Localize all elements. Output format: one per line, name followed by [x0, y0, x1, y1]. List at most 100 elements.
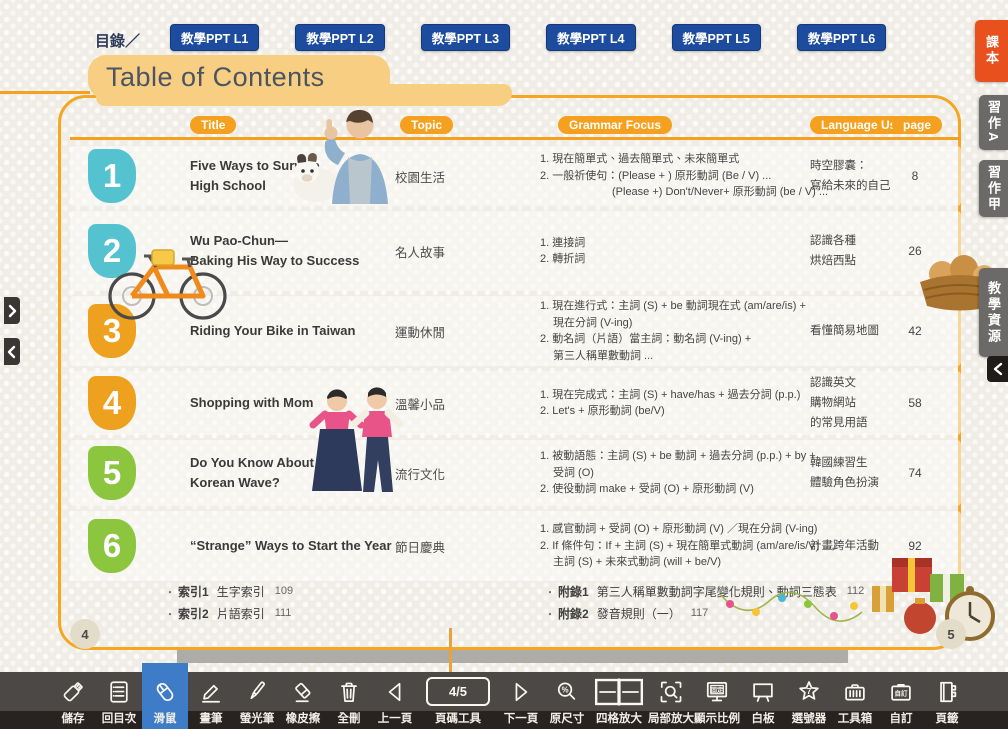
lesson-number-badge: 6	[88, 519, 136, 573]
toolbox-icon	[842, 672, 868, 711]
index-entry: ・索引1生字索引109	[165, 580, 293, 602]
side-tab-3[interactable]: 習作甲	[979, 160, 1008, 217]
lesson-row: 6“Strange” Ways to Start the Year節日慶典1. …	[70, 511, 961, 581]
lesson-title: Shopping with Mom	[190, 393, 395, 413]
teaching-ppt-button[interactable]: 教學PPT L2	[295, 24, 384, 51]
tool-page-box[interactable]: 4/5 頁碼工具	[418, 672, 498, 729]
teaching-ppt-button[interactable]: 教學PPT L6	[797, 24, 886, 51]
display-ratio-icon: 固定	[704, 672, 730, 711]
tool-zoom-percent[interactable]: %原尺寸	[544, 672, 590, 729]
lesson-title: “Strange” Ways to Start the Year	[190, 536, 395, 556]
tool-highlighter[interactable]: 螢光筆	[234, 672, 280, 729]
mouse-icon	[152, 672, 178, 711]
lesson-language-use: 認識英文購物網站的常見用語	[810, 373, 900, 433]
bullet-icon: ・	[165, 606, 175, 621]
tool-label: 自訂	[890, 711, 913, 729]
contents-list-icon	[106, 672, 132, 711]
side-tab-4[interactable]: 教學資源	[979, 268, 1008, 357]
tool-prev-triangle[interactable]: 上一頁	[372, 672, 418, 729]
tool-label: 白板	[752, 711, 775, 729]
tool-usb-save[interactable]: 儲存	[50, 672, 96, 729]
lesson-title: Five Ways to SurviveHigh School	[190, 156, 395, 196]
left-expand-handle[interactable]	[4, 297, 20, 324]
left-collapse-handle[interactable]	[4, 338, 20, 365]
lesson-topic: 節日慶典	[395, 537, 540, 556]
lesson-rows: 1Five Ways to SurviveHigh School校園生活1. 現…	[70, 146, 961, 581]
tool-toolbox[interactable]: 工具箱	[832, 672, 878, 729]
tool-label: 原尺寸	[550, 711, 585, 729]
col-header-page: page	[892, 116, 942, 134]
teaching-ppt-button[interactable]: 教學PPT L3	[421, 24, 510, 51]
tool-label: 局部放大	[648, 711, 694, 729]
four-grid-icon	[594, 672, 644, 711]
lesson-grammar-focus: 1. 現在簡單式、過去簡單式、未來簡單式2. 一般祈使句：(Please + )…	[540, 151, 810, 201]
tool-label: 回目次	[102, 711, 137, 729]
tool-label: 畫筆	[200, 711, 223, 729]
lesson-number-badge: 1	[88, 149, 136, 203]
tool-custom-box[interactable]: 自訂自訂	[878, 672, 924, 729]
area-zoom-icon	[658, 672, 684, 711]
tool-display-ratio[interactable]: 固定顯示比例	[694, 672, 740, 729]
teaching-ppt-button[interactable]: 教學PPT L1	[170, 24, 259, 51]
lesson-page-number: 58	[900, 396, 930, 410]
lesson-number-badge: 4	[88, 376, 136, 430]
tool-label: 頁籤	[936, 711, 959, 729]
tool-label: 選號器	[792, 711, 827, 729]
trash-icon	[336, 672, 362, 711]
star-number-icon: 7	[796, 672, 822, 711]
col-header-grammar: Grammar Focus	[558, 116, 672, 134]
tool-four-grid[interactable]: 四格放大	[590, 672, 648, 729]
lesson-grammar-focus: 1. 被動語態：主詞 (S) + be 動詞 + 過去分詞 (p.p.) + b…	[540, 448, 810, 498]
tool-trash[interactable]: 全刪	[326, 672, 372, 729]
bullet-icon: ・	[545, 606, 555, 621]
lesson-topic: 校園生活	[395, 167, 540, 186]
tool-label: 螢光筆	[240, 711, 275, 729]
lesson-page-number: 92	[900, 539, 930, 553]
tool-pen[interactable]: 畫筆	[188, 672, 234, 729]
tool-mouse[interactable]: 滑鼠	[142, 672, 188, 729]
teaching-ppt-button[interactable]: 教學PPT L4	[546, 24, 635, 51]
page-box-icon: 4/5	[426, 672, 490, 711]
ebook-reader: 目錄／ Table of Contents 教學PPT L1教學PPT L2教學…	[0, 0, 1008, 729]
page-spine-line	[449, 628, 452, 672]
lesson-row: 2Wu Pao-Chun—Baking His Way to Success名人…	[70, 211, 961, 291]
tool-label: 顯示比例	[694, 711, 740, 729]
side-tab-2[interactable]: 習作A	[979, 95, 1008, 150]
lesson-number-badge: 2	[88, 224, 136, 278]
col-header-title: Title	[190, 116, 236, 134]
contents-table: Title Topic Grammar Focus Language Use p…	[58, 100, 961, 586]
side-tab-1[interactable]: 課本	[975, 20, 1008, 82]
bottom-panel-edge	[177, 650, 848, 663]
tool-contents-list[interactable]: 回目次	[96, 672, 142, 729]
tool-label: 全刪	[338, 711, 361, 729]
breadcrumb: 目錄／	[95, 30, 140, 51]
index-entry: ・附錄2發音規則（一）117	[545, 602, 864, 624]
teaching-ppt-button[interactable]: 教學PPT L5	[672, 24, 761, 51]
lesson-number-badge: 3	[88, 304, 136, 358]
tool-label: 頁碼工具	[435, 711, 481, 729]
lesson-number-badge: 5	[88, 446, 136, 500]
lesson-grammar-focus: 1. 連接詞2. 轉折詞	[540, 235, 810, 268]
tool-label: 上一頁	[378, 711, 413, 729]
page-indicator[interactable]: 4/5	[426, 677, 490, 706]
lesson-topic: 溫馨小品	[395, 394, 540, 413]
right-collapse-handle[interactable]	[987, 356, 1008, 382]
usb-save-icon	[60, 672, 86, 711]
lesson-page-number: 42	[900, 324, 930, 338]
tool-whiteboard[interactable]: 白板	[740, 672, 786, 729]
chevron-right-icon	[7, 304, 17, 318]
tool-star-number[interactable]: 7選號器	[786, 672, 832, 729]
lesson-page-number: 8	[900, 169, 930, 183]
tool-eraser[interactable]: 橡皮擦	[280, 672, 326, 729]
index-entry: ・索引2片語索引111	[165, 602, 293, 624]
lesson-topic: 運動休閒	[395, 322, 540, 341]
tool-area-zoom[interactable]: 局部放大	[648, 672, 694, 729]
lesson-row: 5Do You Know About theKorean Wave?流行文化1.…	[70, 440, 961, 506]
svg-text:固定: 固定	[711, 685, 724, 694]
bullet-icon: ・	[545, 584, 555, 599]
page-number-right: 5	[936, 619, 966, 649]
tool-page-tab[interactable]: 頁籤	[924, 672, 970, 729]
chevron-left-icon	[992, 362, 1004, 376]
lesson-grammar-focus: 1. 現在進行式：主詞 (S) + be 動詞現在式 (am/are/is) +…	[540, 298, 810, 364]
tool-next-triangle[interactable]: 下一頁	[498, 672, 544, 729]
